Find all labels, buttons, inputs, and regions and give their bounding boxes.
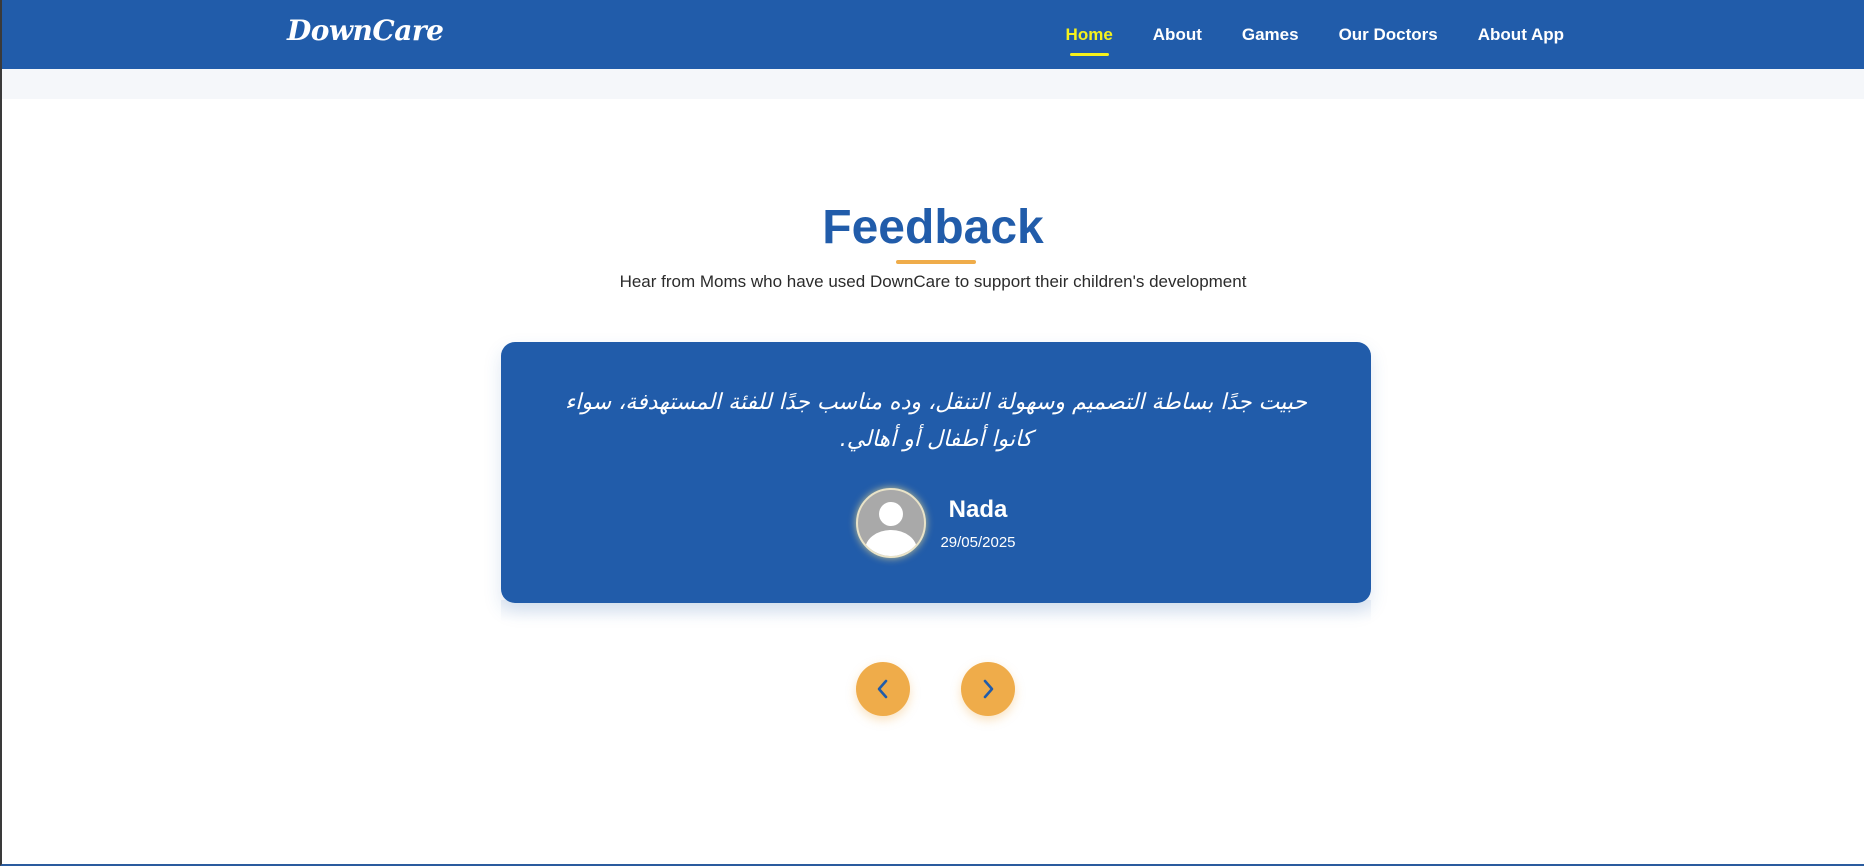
- nav-about-app[interactable]: About App: [1478, 25, 1564, 45]
- next-button[interactable]: [961, 662, 1015, 716]
- testimonial-card: حبيت جدًا بساطة التصميم وسهولة التنقل، و…: [501, 342, 1371, 603]
- avatar-body: [865, 530, 918, 556]
- nav-games[interactable]: Games: [1242, 25, 1299, 45]
- card-shadow: [501, 600, 1371, 622]
- testimonial-quote: حبيت جدًا بساطة التصميم وسهولة التنقل، و…: [564, 390, 1308, 452]
- sub-header-strip: [2, 69, 1864, 99]
- section-title: Feedback: [822, 201, 1044, 254]
- logo[interactable]: DownCare: [287, 14, 444, 47]
- section-subtitle: Hear from Moms who have used DownCare to…: [619, 272, 1247, 291]
- page: DownCare Home About Games Our Doctors Ab…: [0, 0, 1864, 866]
- nav-home[interactable]: Home: [1066, 25, 1113, 56]
- nav-our-doctors[interactable]: Our Doctors: [1339, 25, 1438, 45]
- chevron-left-icon: [877, 679, 888, 699]
- author-date: 29/05/2025: [940, 533, 1016, 551]
- avatar: [856, 488, 927, 558]
- testimonial-author: Nada 29/05/2025: [501, 488, 1371, 558]
- chevron-right-icon: [983, 679, 994, 699]
- title-underline: [896, 260, 976, 264]
- nav-about[interactable]: About: [1153, 25, 1202, 45]
- nav-links: Home About Games Our Doctors About App: [1066, 0, 1564, 69]
- navbar: DownCare Home About Games Our Doctors Ab…: [2, 0, 1864, 69]
- author-name: Nada: [948, 495, 1008, 523]
- author-info: Nada 29/05/2025: [940, 496, 1015, 551]
- previous-button[interactable]: [856, 662, 910, 716]
- avatar-head: [879, 502, 904, 526]
